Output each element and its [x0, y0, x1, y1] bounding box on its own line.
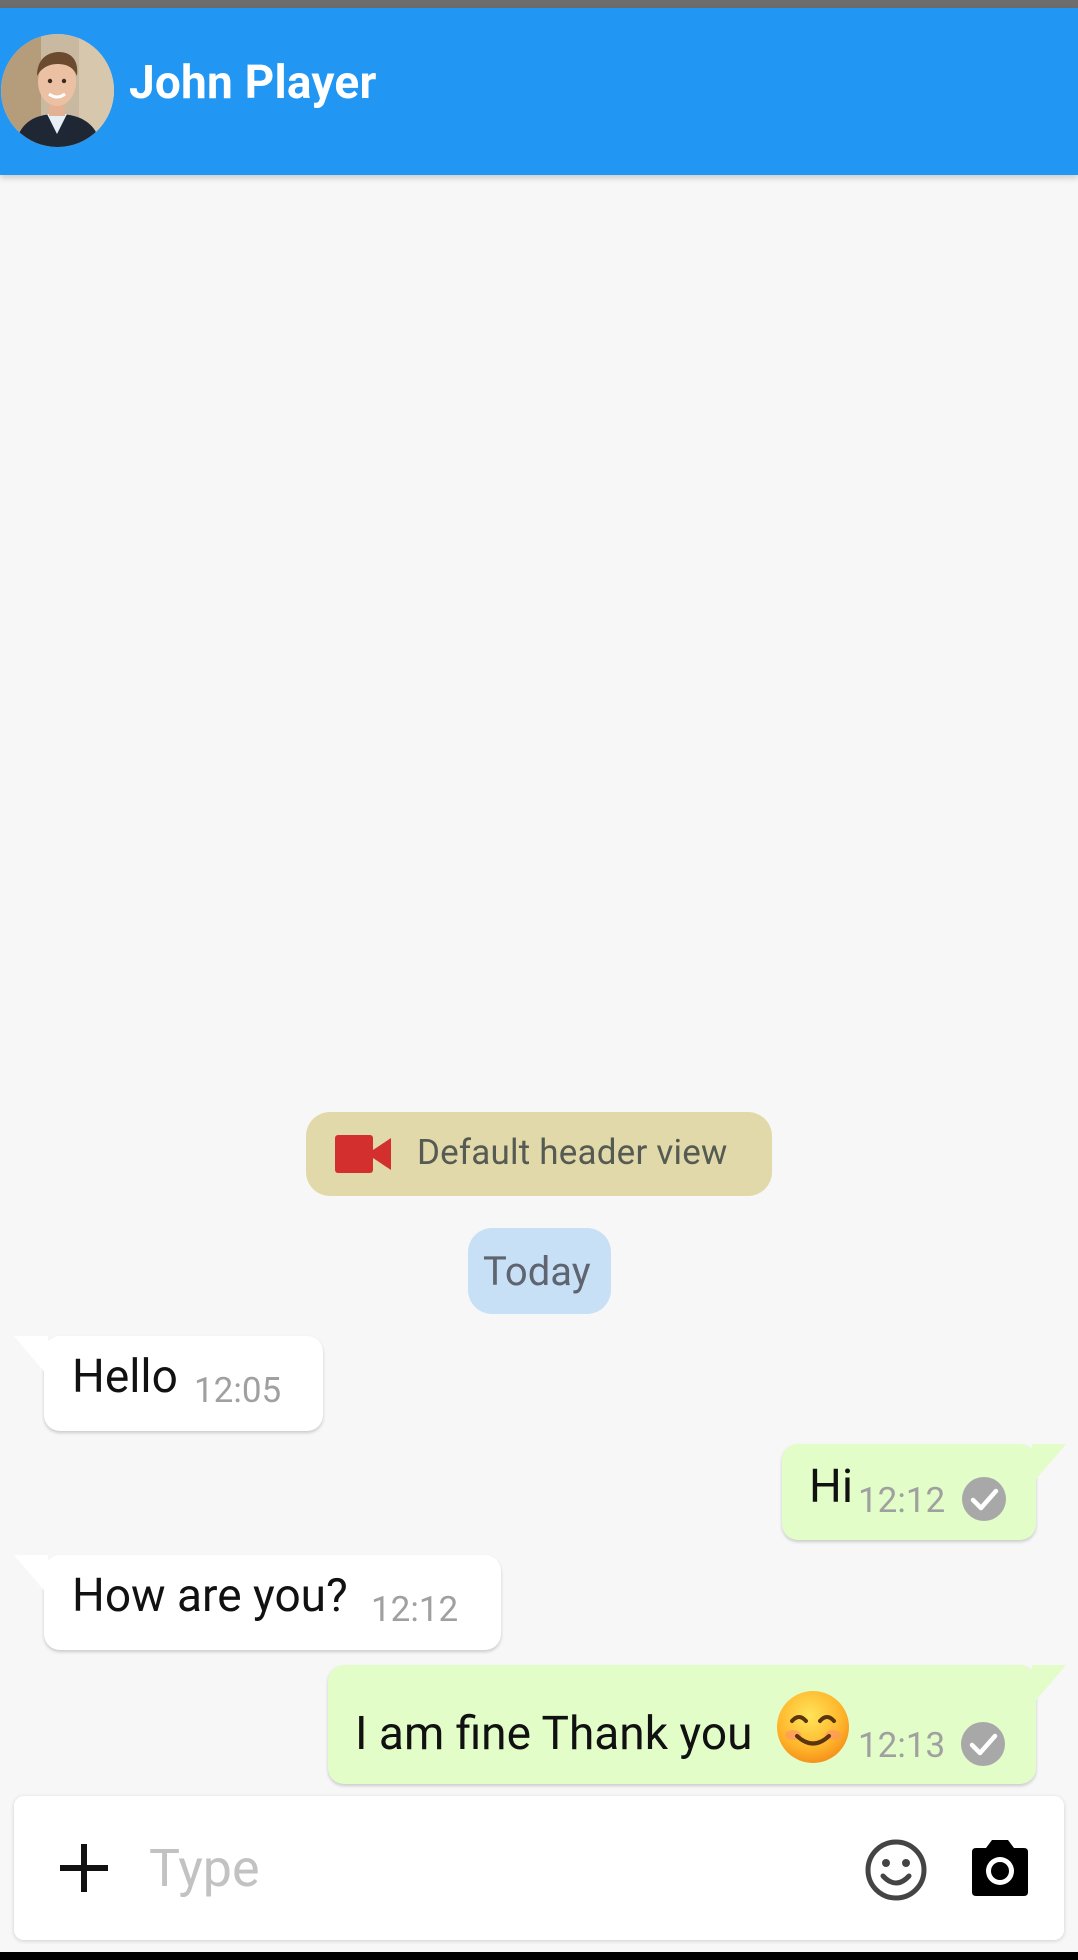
avatar-image [1, 34, 114, 147]
read-check-icon [961, 1722, 1005, 1766]
date-separator-label: Today [483, 1248, 591, 1295]
contact-avatar[interactable] [1, 34, 114, 147]
header-view-label: Default header view [417, 1132, 728, 1173]
message-time: 12:05 [194, 1370, 282, 1411]
message-incoming[interactable]: Hello 12:05 [14, 1336, 323, 1431]
message-time: 12:12 [858, 1480, 946, 1521]
message-input[interactable] [149, 1826, 819, 1910]
bubble-tail [14, 1336, 48, 1376]
message-input-bar [14, 1796, 1064, 1940]
message-text: I am fine Thank you [355, 1707, 753, 1761]
message-outgoing[interactable]: Hi 12:12 [782, 1444, 1066, 1540]
message-text: How are you? [72, 1569, 348, 1623]
plus-icon[interactable] [58, 1842, 110, 1894]
contact-name[interactable]: John Player [129, 56, 377, 110]
status-bar [0, 0, 1078, 8]
message-time: 12:13 [858, 1725, 946, 1766]
read-check-icon [962, 1477, 1006, 1521]
system-navigation-bar [0, 1952, 1078, 1960]
message-time: 12:12 [371, 1589, 459, 1630]
emoji-icon[interactable] [864, 1838, 928, 1902]
message-incoming[interactable]: How are you? 12:12 [14, 1555, 501, 1650]
message-text: Hello [72, 1350, 178, 1404]
app-bar: John Player [0, 8, 1078, 175]
chat-screen: John Player Default header view Today He… [0, 0, 1078, 1960]
smiling-face-emoji-icon [777, 1691, 849, 1763]
date-separator: Today [468, 1228, 611, 1314]
message-outgoing[interactable]: I am fine Thank you 12:13 [328, 1665, 1066, 1784]
bubble-tail [14, 1555, 48, 1595]
bubble-tail [1032, 1444, 1066, 1484]
bubble-tail [1032, 1665, 1066, 1705]
default-header-view: Default header view [306, 1112, 772, 1196]
video-camera-icon [335, 1135, 391, 1173]
camera-icon[interactable] [968, 1838, 1032, 1898]
message-text: Hi [809, 1460, 854, 1514]
